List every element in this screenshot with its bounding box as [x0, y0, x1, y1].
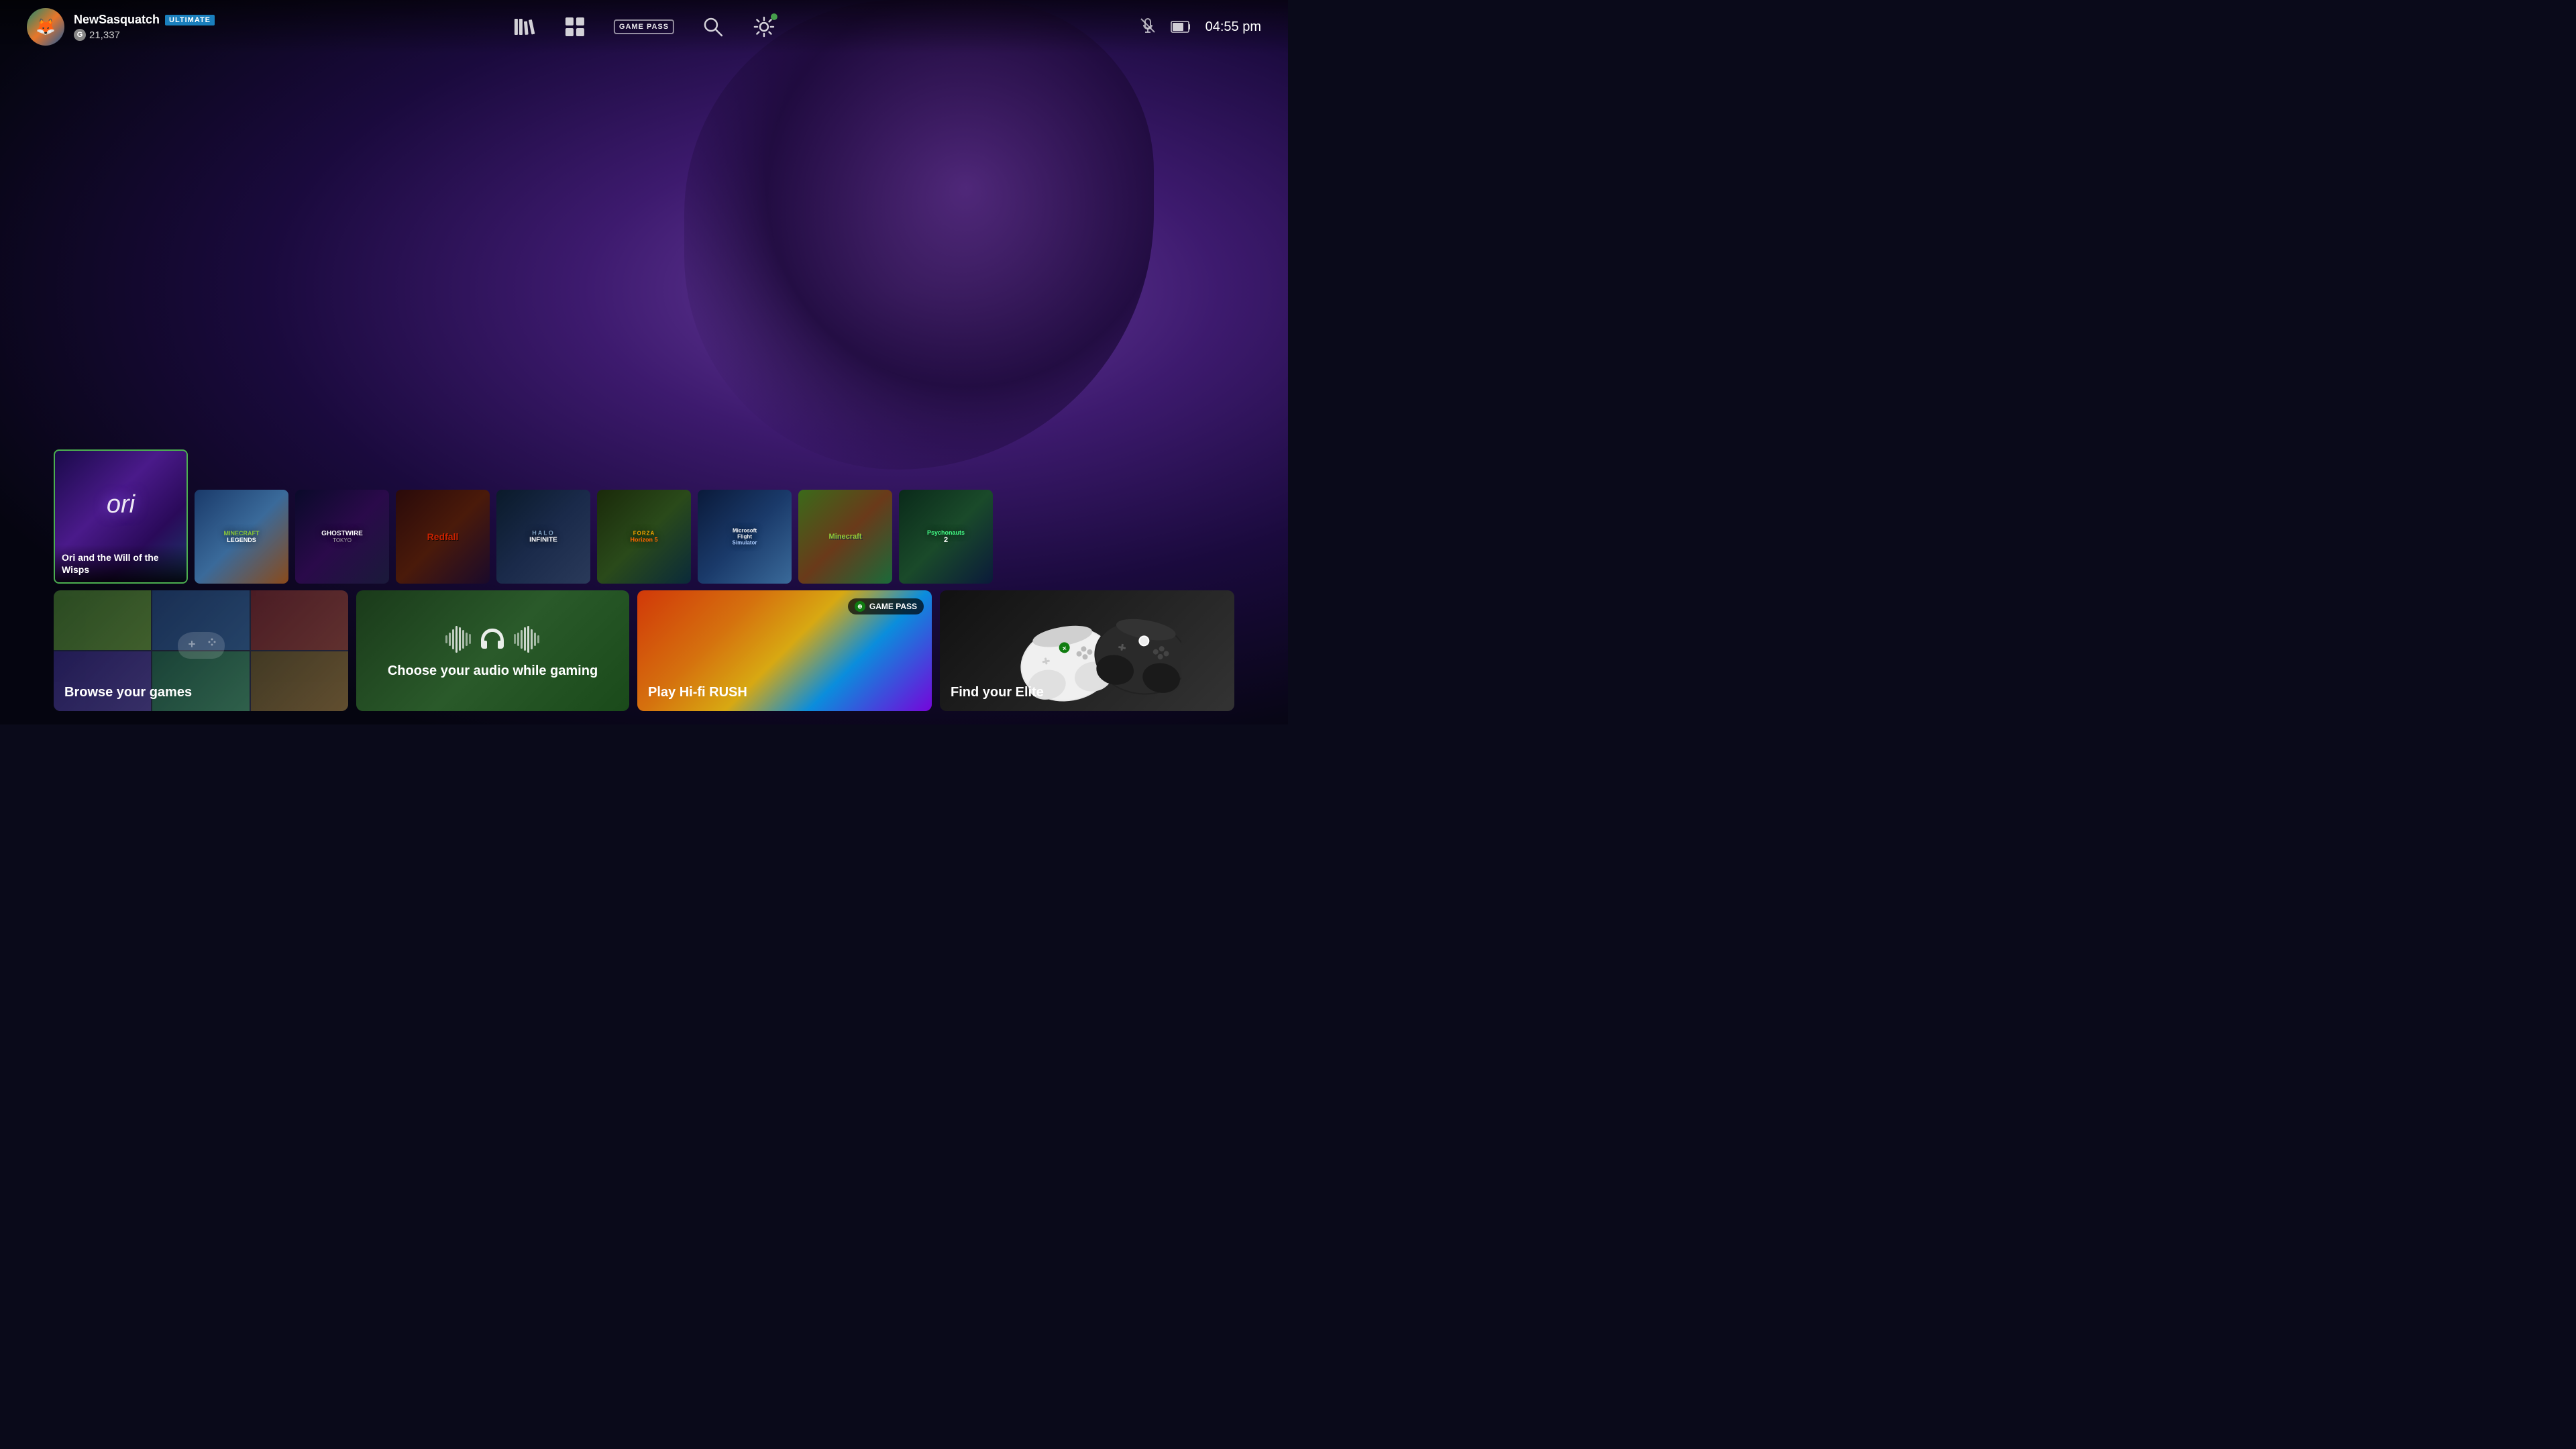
user-section[interactable]: 🦊 NewSasquatch ULTIMATE G 21,337	[27, 8, 215, 46]
settings-nav-icon[interactable]	[752, 15, 776, 39]
browse-art-6	[251, 651, 348, 711]
avatar[interactable]: 🦊	[27, 8, 64, 46]
left-waves	[445, 626, 471, 653]
psychonauts-text: Psychonauts 2	[927, 529, 965, 544]
username: NewSasquatch	[74, 13, 160, 27]
bottom-tiles: Browse your games	[0, 590, 1288, 711]
wave-bar	[466, 633, 468, 646]
controller-overlay-icon	[174, 629, 228, 665]
game-tile-ori[interactable]: Ori and the Will of the Wisps	[54, 449, 188, 584]
game-tile-flight-sim[interactable]: Microsoft Flight Simulator	[698, 490, 792, 584]
search-nav-icon[interactable]	[701, 15, 725, 39]
ori-game-title: Ori and the Will of the Wisps	[62, 551, 180, 576]
wave-bar	[524, 627, 526, 651]
time-display: 04:55 pm	[1205, 19, 1261, 35]
game-tile-minecraft-legends[interactable]: MINECRAFT LEGENDS	[195, 490, 288, 584]
headphone-svg-icon	[476, 623, 508, 655]
audio-tile[interactable]: Choose your audio while gaming	[356, 590, 629, 711]
browse-art-3	[251, 590, 348, 650]
wave-bar	[527, 626, 529, 653]
gamerscore-icon: G	[74, 29, 86, 41]
ghostwire-text: GHOSTWIRE TOKYO	[321, 530, 363, 543]
halo-text: HALO INFINITE	[529, 530, 557, 544]
audio-visual	[445, 623, 539, 655]
hifi-rush-label: Play Hi-fi RUSH	[648, 685, 921, 700]
wave-bar	[531, 629, 533, 649]
wave-bar	[459, 627, 461, 651]
wave-bar	[469, 634, 471, 644]
wave-bar	[534, 633, 536, 646]
settings-notification-dot	[771, 13, 777, 20]
wave-bar	[521, 630, 523, 649]
xbox-circle-icon: ⊕	[855, 601, 865, 612]
game-tile-ghostwire[interactable]: GHOSTWIRE TOKYO	[295, 490, 389, 584]
ultimate-badge: ULTIMATE	[165, 15, 215, 25]
wave-bar	[462, 630, 464, 649]
gamepass-overlay-badge: ⊕ GAME PASS	[848, 598, 924, 614]
wave-bar	[455, 626, 458, 653]
browse-art-4	[54, 651, 151, 711]
gamepass-badge-label: GAME PASS	[614, 19, 674, 34]
nav-icons: GAME PASS	[512, 15, 776, 39]
game-tile-psychonauts[interactable]: Psychonauts 2	[899, 490, 993, 584]
browse-games-label: Browse your games	[64, 685, 337, 700]
gamepass-badge-text: GAME PASS	[869, 602, 917, 611]
wave-bar	[452, 629, 454, 649]
wave-bar	[537, 635, 539, 643]
game-tile-forza[interactable]: FORZA Horizon 5	[597, 490, 691, 584]
grid-nav-icon[interactable]	[563, 15, 587, 39]
wave-bar	[449, 633, 451, 646]
gamepass-nav-icon[interactable]: GAME PASS	[614, 19, 674, 34]
wave-bar	[517, 633, 519, 646]
elite-tile-label: Find your Elite	[951, 685, 1224, 700]
game-tile-halo[interactable]: HALO INFINITE	[496, 490, 590, 584]
game-tile-minecraft[interactable]: Minecraft	[798, 490, 892, 584]
browse-art-1	[54, 590, 151, 650]
hifi-rush-tile[interactable]: ⊕ GAME PASS Play Hi-fi RUSH	[637, 590, 932, 711]
gamerscore: G 21,337	[74, 29, 215, 41]
ori-title-overlay: Ori and the Will of the Wisps	[55, 545, 186, 582]
gamerscore-value: 21,337	[89, 30, 120, 41]
right-waves	[514, 626, 539, 653]
browse-games-tile[interactable]: Browse your games	[54, 590, 348, 711]
topbar: 🦊 NewSasquatch ULTIMATE G 21,337	[0, 0, 1288, 54]
forza-text: FORZA Horizon 5	[630, 531, 657, 543]
wave-bar	[514, 634, 516, 644]
minecraft-legends-text: MINECRAFT LEGENDS	[224, 530, 260, 543]
battery-icon	[1171, 20, 1192, 34]
games-section: Ori and the Will of the Wisps MINECRAFT …	[0, 449, 1288, 584]
username-row: NewSasquatch ULTIMATE	[74, 13, 215, 27]
wave-bar	[445, 635, 447, 643]
mic-muted-icon	[1138, 16, 1157, 38]
flight-text: Microsoft Flight Simulator	[733, 528, 757, 546]
audio-tile-label: Choose your audio while gaming	[388, 663, 598, 679]
minecraft-text: Minecraft	[829, 533, 862, 541]
library-nav-icon[interactable]	[512, 15, 536, 39]
user-info: NewSasquatch ULTIMATE G 21,337	[74, 13, 215, 41]
game-tile-redfall[interactable]: Redfall	[396, 490, 490, 584]
redfall-text: Redfall	[427, 531, 459, 542]
elite-tile[interactable]: ✕	[940, 590, 1234, 711]
audio-content: Choose your audio while gaming	[377, 590, 608, 711]
right-status: 04:55 pm	[1138, 16, 1261, 38]
